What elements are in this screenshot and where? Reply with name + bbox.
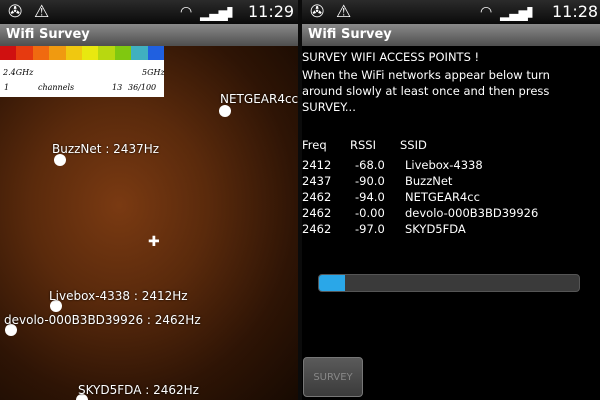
spectrum-segment <box>82 46 99 60</box>
instruction-line: When the WiFi networks appear below turn <box>302 68 550 82</box>
legend-channel-start: 1 <box>4 83 10 92</box>
ap-label: NETGEAR4cc <box>220 92 298 106</box>
survey-content: SURVEY WIFI ACCESS POINTS ! When the WiF… <box>302 46 600 400</box>
frequency-legend: 2.4GHz 5GHz 1 channels 13 36/100 <box>0 46 165 97</box>
warning-icon: ⚠ <box>336 2 352 22</box>
battery-icon: ▮ <box>526 4 534 20</box>
ap-label: Livebox-4338 : 2412Hz <box>49 289 188 303</box>
status-time: 11:29 <box>248 2 295 21</box>
table-cell: NETGEAR4cc <box>405 190 480 204</box>
ap-label: devolo-000B3BD39926 : 2462Hz <box>4 313 201 327</box>
battery-icon: ▮ <box>226 4 234 20</box>
app-title: Wifi Survey <box>0 24 298 46</box>
legend-ratio: 36/100 <box>128 83 157 92</box>
app-title: Wifi Survey <box>302 24 600 46</box>
table-cell: 2412 <box>302 158 332 172</box>
ap-label: BuzzNet : 2437Hz <box>52 142 160 156</box>
position-crosshair-icon: ✚ <box>148 234 160 250</box>
spectrum-segment <box>0 46 17 60</box>
wifi-icon: ◠ <box>480 4 493 20</box>
table-cell: -94.0 <box>355 190 385 204</box>
instruction-line: around slowly at least once and then pre… <box>302 84 550 98</box>
usb-debug-icon: ✇ <box>310 2 325 22</box>
survey-progress-bar <box>318 274 580 292</box>
spectrum-bar <box>0 46 165 60</box>
survey-heading: SURVEY WIFI ACCESS POINTS ! <box>302 50 480 64</box>
spectrum-segment <box>131 46 148 60</box>
table-cell: -97.0 <box>355 222 385 236</box>
table-cell: 2437 <box>302 174 332 188</box>
spectrum-segment <box>114 46 132 60</box>
table-cell: 2462 <box>302 206 332 220</box>
signal-heatmap[interactable]: 2.4GHz 5GHz 1 channels 13 36/100 NETGEAR… <box>0 46 298 400</box>
status-bar: ✇ ⚠ ◠ ▂▄▆ ▮ 11:28 <box>302 0 600 24</box>
column-header-ssid: SSID <box>400 138 427 152</box>
survey-screen: ✇ ⚠ ◠ ▂▄▆ ▮ 11:28 Wifi Survey SURVEY WIF… <box>302 0 600 400</box>
usb-debug-icon: ✇ <box>8 2 23 22</box>
table-cell: Livebox-4338 <box>405 158 483 172</box>
ap-marker[interactable] <box>219 105 231 117</box>
legend-high-band: 5GHz <box>142 68 165 77</box>
signal-icon: ▂▄▆ <box>200 7 228 21</box>
spectrum-segment <box>98 46 115 60</box>
heatmap-screen: ✇ ⚠ ◠ ▂▄▆ ▮ 11:29 Wifi Survey 2.4GHz 5GH… <box>0 0 298 400</box>
table-cell: -0.00 <box>355 206 385 220</box>
wifi-icon: ◠ <box>180 4 193 20</box>
spectrum-segment <box>16 46 33 60</box>
spectrum-segment <box>147 46 165 60</box>
warning-icon: ⚠ <box>34 2 50 22</box>
spectrum-segment <box>49 46 66 60</box>
table-cell: devolo-000B3BD39926 <box>405 206 539 220</box>
legend-low-band: 2.4GHz <box>3 68 34 77</box>
table-cell: SKYD5FDA <box>405 222 466 236</box>
spectrum-segment <box>65 46 83 60</box>
ap-label: SKYD5FDA : 2462Hz <box>78 383 199 397</box>
legend-channels-word: channels <box>38 83 75 92</box>
column-header-rssi: RSSI <box>350 138 376 152</box>
column-header-freq: Freq <box>302 138 327 152</box>
instruction-line: SURVEY... <box>302 100 356 114</box>
status-bar: ✇ ⚠ ◠ ▂▄▆ ▮ 11:29 <box>0 0 298 24</box>
table-cell: -68.0 <box>355 158 385 172</box>
progress-fill <box>319 275 345 291</box>
status-time: 11:28 <box>552 2 599 21</box>
table-cell: -90.0 <box>355 174 385 188</box>
table-cell: BuzzNet <box>405 174 453 188</box>
table-cell: 2462 <box>302 190 332 204</box>
table-cell: 2462 <box>302 222 332 236</box>
signal-icon: ▂▄▆ <box>500 7 528 21</box>
spectrum-segment <box>32 46 50 60</box>
legend-channel-end: 13 <box>112 83 123 92</box>
survey-button[interactable]: SURVEY <box>303 357 363 397</box>
